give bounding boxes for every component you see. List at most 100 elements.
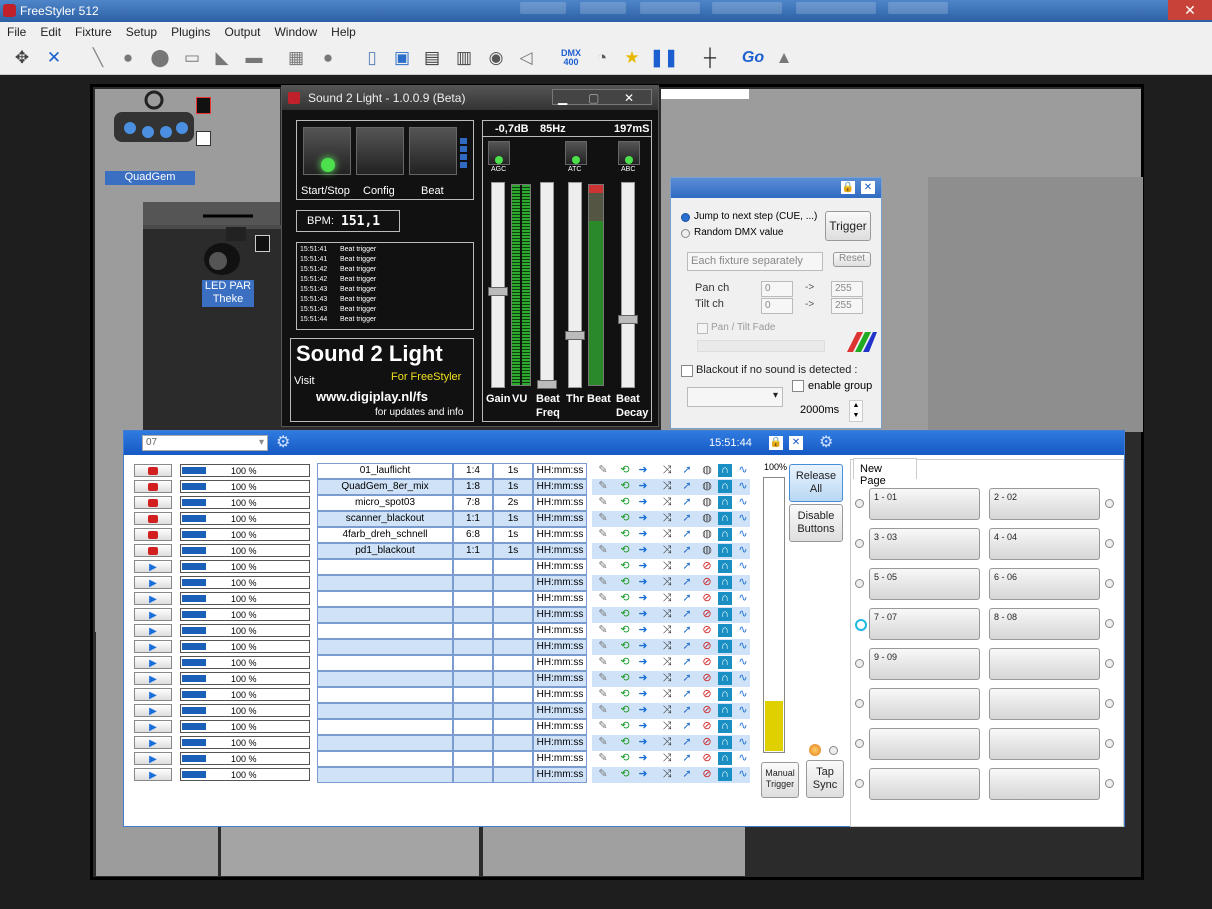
beat-decay-slider[interactable] <box>618 182 638 388</box>
edit-icon[interactable]: ✎ <box>596 688 610 701</box>
cue-level-bar[interactable]: 100 % <box>180 704 310 717</box>
speaker-icon[interactable]: ◍ <box>700 496 714 509</box>
star-icon[interactable]: ★ <box>620 46 644 70</box>
edit-icon[interactable]: ✎ <box>596 512 610 525</box>
edit-icon[interactable]: ✎ <box>596 704 610 717</box>
lock-icon[interactable]: 🔒 <box>769 436 783 450</box>
arrow-right-icon[interactable]: ➜ <box>636 576 650 589</box>
cue-play-button[interactable]: ▶ <box>134 672 172 685</box>
page-active-indicator[interactable] <box>1105 699 1114 708</box>
tab-new-page[interactable]: New Page <box>853 458 917 487</box>
mute-icon[interactable]: ⊘ <box>700 576 714 589</box>
loop-icon[interactable]: ⟲ <box>618 592 632 605</box>
cue-timecode[interactable]: HH:mm:ss <box>533 623 587 639</box>
loop-icon[interactable]: ⟲ <box>618 496 632 509</box>
arrow-right-icon[interactable]: ➜ <box>636 752 650 765</box>
shuffle-icon[interactable]: ⤨ <box>660 624 674 637</box>
page-button[interactable]: 8 - 08 <box>989 608 1100 640</box>
wave-icon[interactable]: ∿ <box>736 496 750 509</box>
cue-timecode[interactable]: HH:mm:ss <box>533 607 587 623</box>
page-button[interactable] <box>989 768 1100 800</box>
cue-fade-time[interactable] <box>493 575 533 591</box>
pause-icon[interactable]: ❚❚ <box>650 46 679 70</box>
cue-fade-time[interactable]: 1s <box>493 527 533 543</box>
threshold-slider[interactable] <box>565 182 585 388</box>
mute-icon[interactable]: ⊘ <box>700 736 714 749</box>
random-radio[interactable] <box>681 229 690 238</box>
menu-setup[interactable]: Setup <box>119 22 164 39</box>
page-active-indicator[interactable] <box>1105 539 1114 548</box>
page-button[interactable]: 5 - 05 <box>869 568 980 600</box>
arrow-right-icon[interactable]: ➜ <box>636 736 650 749</box>
edit-icon[interactable]: ✎ <box>596 464 610 477</box>
go-button[interactable]: Go <box>738 46 768 70</box>
magnet-icon[interactable]: ∩ <box>718 752 732 765</box>
shuffle-icon[interactable]: ⤨ <box>660 736 674 749</box>
arrow-right-icon[interactable]: ➜ <box>636 480 650 493</box>
cue-ratio[interactable] <box>453 655 493 671</box>
shuffle-icon[interactable]: ⤨ <box>660 560 674 573</box>
cue-play-button[interactable]: ▶ <box>134 752 172 765</box>
start-stop-button[interactable] <box>303 127 351 175</box>
cue-level-bar[interactable]: 100 % <box>180 768 310 781</box>
cue-ratio[interactable] <box>453 639 493 655</box>
loop-icon[interactable]: ⟲ <box>618 624 632 637</box>
arrow-right-icon[interactable]: ➜ <box>636 544 650 557</box>
ellipse-tool-icon[interactable]: ● <box>316 46 340 70</box>
pan-tilt-fade-checkbox[interactable] <box>697 323 708 334</box>
page-active-indicator[interactable] <box>1105 739 1114 748</box>
wave-icon[interactable]: ∿ <box>736 752 750 765</box>
speaker-icon[interactable]: ◍ <box>700 480 714 493</box>
edit-icon[interactable]: ✎ <box>596 752 610 765</box>
loop-icon[interactable]: ⟲ <box>618 704 632 717</box>
mute-icon[interactable]: ⊘ <box>700 688 714 701</box>
menu-window[interactable]: Window <box>267 22 324 39</box>
cue-level-bar[interactable]: 100 % <box>180 496 310 509</box>
group-tool-icon[interactable]: ▦ <box>284 46 308 70</box>
pointer-icon[interactable]: ➚ <box>680 480 694 493</box>
mute-icon[interactable]: ⊘ <box>700 752 714 765</box>
page-active-indicator[interactable] <box>855 619 867 631</box>
edit-icon[interactable]: ✎ <box>596 768 610 781</box>
pan-end-input[interactable]: 255 <box>831 281 863 297</box>
pointer-icon[interactable]: ➚ <box>680 624 694 637</box>
cue-timecode[interactable]: HH:mm:ss <box>533 511 587 527</box>
magnet-icon[interactable]: ∩ <box>718 736 732 749</box>
wave-icon[interactable]: ∿ <box>736 512 750 525</box>
pointer-icon[interactable]: ➚ <box>680 464 694 477</box>
loop-icon[interactable]: ⟲ <box>618 480 632 493</box>
gear-icon[interactable]: ⚙ <box>276 434 290 452</box>
edit-icon[interactable]: ✎ <box>596 656 610 669</box>
magnet-icon[interactable]: ∩ <box>718 720 732 733</box>
arrow-right-icon[interactable]: ➜ <box>636 720 650 733</box>
pointer-icon[interactable]: ➚ <box>680 560 694 573</box>
cue-timecode[interactable]: HH:mm:ss <box>533 495 587 511</box>
shuffle-icon[interactable]: ⤨ <box>660 752 674 765</box>
cue-level-bar[interactable]: 100 % <box>180 672 310 685</box>
cue-timecode[interactable]: HH:mm:ss <box>533 671 587 687</box>
edit-icon[interactable]: ✎ <box>596 576 610 589</box>
tilt-end-input[interactable]: 255 <box>831 298 863 314</box>
loop-icon[interactable]: ⟲ <box>618 688 632 701</box>
pointer-icon[interactable]: ➚ <box>680 704 694 717</box>
cue-play-button[interactable]: ▶ <box>134 576 172 589</box>
cue-fade-time[interactable]: 2s <box>493 495 533 511</box>
wave-icon[interactable]: ∿ <box>736 624 750 637</box>
menu-help[interactable]: Help <box>324 22 363 39</box>
magnet-icon[interactable]: ∩ <box>718 576 732 589</box>
cue-name[interactable]: QuadGem_8er_mix <box>317 479 453 495</box>
cue-fade-time[interactable]: 1s <box>493 511 533 527</box>
arrow-right-icon[interactable]: ➜ <box>636 640 650 653</box>
cue-name[interactable] <box>317 559 453 575</box>
slider-knob[interactable] <box>537 380 557 389</box>
arrow-right-icon[interactable]: ➜ <box>636 512 650 525</box>
beam-icon[interactable]: ◁ <box>514 46 538 70</box>
wave-icon[interactable]: ∿ <box>736 688 750 701</box>
cue-level-bar[interactable]: 100 % <box>180 720 310 733</box>
disable-buttons-button[interactable]: Disable Buttons <box>789 504 843 542</box>
page-active-indicator[interactable] <box>855 659 864 668</box>
wave-icon[interactable]: ∿ <box>736 640 750 653</box>
gear-icon[interactable]: ⚙ <box>819 434 833 452</box>
cue-ratio[interactable]: 1:4 <box>453 463 493 479</box>
arrow-right-icon[interactable]: ➜ <box>636 768 650 781</box>
